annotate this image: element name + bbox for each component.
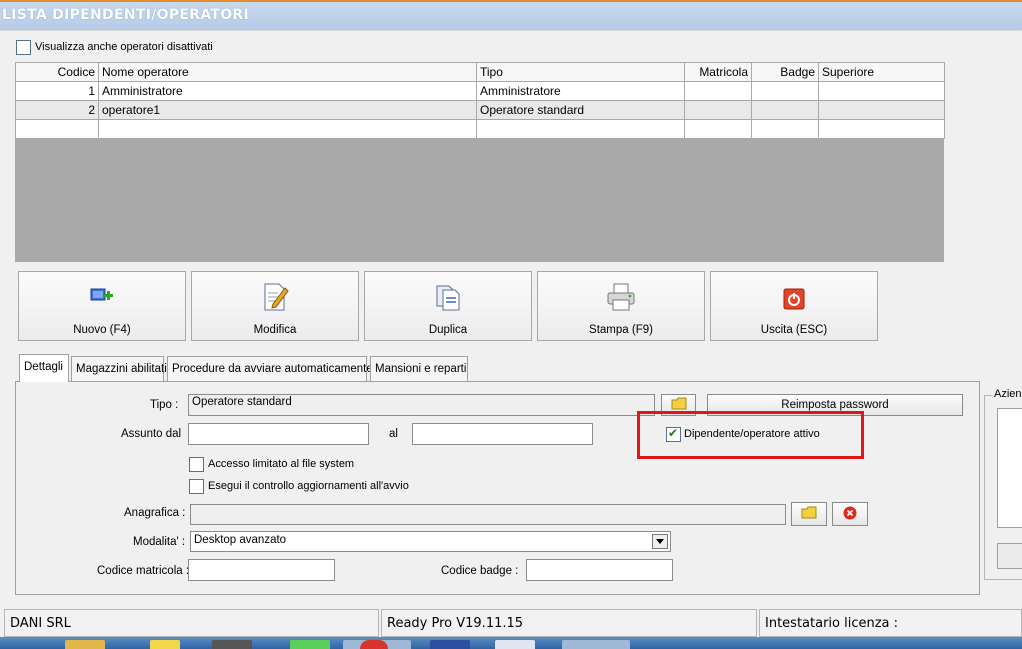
- cell-superiore: [818, 100, 945, 120]
- tab-magazzini[interactable]: Magazzini abilitati: [71, 356, 167, 381]
- tipo-field[interactable]: Operatore standard: [188, 394, 655, 416]
- print-button-label: Stampa (F9): [589, 324, 653, 336]
- tab-mansioni[interactable]: Mansioni e reparti: [370, 356, 468, 381]
- cell-superiore: [818, 81, 945, 101]
- window-title: LISTA DIPENDENTI/OPERATORI: [2, 7, 250, 23]
- al-label: al: [389, 428, 398, 440]
- duplicate-button[interactable]: Duplica: [364, 271, 532, 341]
- update-check-checkbox[interactable]: [189, 479, 204, 494]
- aziende-list[interactable]: [997, 408, 1022, 528]
- printer-icon: [605, 282, 637, 315]
- column-header-badge[interactable]: Badge: [751, 62, 819, 82]
- status-version: Ready Pro V19.11.15: [381, 609, 757, 637]
- cell-matricola: [684, 119, 752, 139]
- aziende-label: Aziend: [992, 388, 1022, 400]
- taskbar-app-icon[interactable]: [150, 640, 180, 649]
- column-header-tipo[interactable]: Tipo: [476, 62, 685, 82]
- delete-icon: [843, 506, 857, 523]
- grid-side-area: [944, 62, 1022, 262]
- cell-tipo: [476, 119, 685, 139]
- operators-table: Codice Nome operatore Tipo Matricola Bad…: [15, 62, 945, 139]
- dropdown-arrow-icon[interactable]: [652, 534, 668, 549]
- title-bar: LISTA DIPENDENTI/OPERATORI: [0, 0, 1022, 30]
- cell-nome: [98, 119, 477, 139]
- cell-badge: [751, 81, 819, 101]
- matricola-input[interactable]: [188, 559, 335, 581]
- badge-input[interactable]: [526, 559, 673, 581]
- anagrafica-label: Anagrafica :: [124, 507, 186, 519]
- assunto-label: Assunto dal: [121, 428, 182, 440]
- modalita-select[interactable]: Desktop avanzato: [190, 531, 671, 552]
- cell-nome: Amministratore: [98, 81, 477, 101]
- exit-button[interactable]: Uscita (ESC): [710, 271, 878, 341]
- anagrafica-browse-button[interactable]: [791, 502, 827, 526]
- column-header-nome[interactable]: Nome operatore: [98, 62, 477, 82]
- edit-button[interactable]: Modifica: [191, 271, 359, 341]
- cell-tipo: Operatore standard: [476, 100, 685, 120]
- taskbar-app-icon[interactable]: [212, 640, 252, 649]
- table-row[interactable]: [15, 119, 945, 139]
- new-button[interactable]: Nuovo (F4): [18, 271, 186, 341]
- update-check-label: Esegui il controllo aggiornamenti all'av…: [208, 480, 409, 492]
- column-header-matricola[interactable]: Matricola: [684, 62, 752, 82]
- matricola-label: Codice matricola :: [97, 565, 190, 577]
- anagrafica-clear-button[interactable]: [832, 502, 868, 526]
- cell-superiore: [818, 119, 945, 139]
- cell-codice: [15, 119, 99, 139]
- assunto-al-input[interactable]: [412, 423, 593, 445]
- aziende-button[interactable]: [997, 543, 1022, 569]
- active-label: Dipendente/operatore attivo: [684, 428, 820, 440]
- exit-button-label: Uscita (ESC): [760, 324, 828, 336]
- cell-matricola: [684, 100, 752, 120]
- limited-access-label: Accesso limitato al file system: [208, 458, 355, 470]
- cell-nome: operatore1: [98, 100, 477, 120]
- assunto-dal-input[interactable]: [188, 423, 369, 445]
- taskbar-app-icon[interactable]: [562, 640, 630, 649]
- cell-badge: [751, 119, 819, 139]
- folder-icon: [801, 506, 817, 522]
- cell-matricola: [684, 81, 752, 101]
- anagrafica-field[interactable]: [190, 504, 786, 525]
- cell-tipo: Amministratore: [476, 81, 685, 101]
- add-user-icon: [89, 284, 115, 311]
- column-header-superiore[interactable]: Superiore: [818, 62, 945, 82]
- power-icon: [783, 288, 805, 313]
- badge-label: Codice badge :: [441, 565, 519, 577]
- modalita-value: Desktop avanzato: [194, 534, 287, 546]
- table-row[interactable]: 1 Amministratore Amministratore: [15, 81, 945, 101]
- duplicate-button-label: Duplica: [428, 324, 468, 336]
- table-header-row: Codice Nome operatore Tipo Matricola Bad…: [15, 62, 945, 82]
- tab-dettagli[interactable]: Dettagli: [19, 354, 69, 382]
- active-checkbox[interactable]: [666, 426, 681, 442]
- duplicate-icon: [434, 282, 462, 315]
- table-row[interactable]: 2 operatore1 Operatore standard: [15, 100, 945, 120]
- edit-document-icon: [261, 282, 289, 315]
- edit-button-label: Modifica: [253, 324, 297, 336]
- taskbar-app-icon[interactable]: [65, 640, 105, 649]
- taskbar-app-icon[interactable]: [495, 640, 535, 649]
- cell-badge: [751, 100, 819, 120]
- tipo-label: Tipo :: [150, 399, 179, 411]
- limited-access-checkbox[interactable]: [189, 457, 204, 472]
- status-company: DANI SRL: [4, 609, 379, 637]
- cell-codice: 1: [15, 81, 99, 101]
- show-disabled-checkbox[interactable]: [16, 40, 31, 55]
- divider: [0, 30, 1022, 31]
- column-header-codice[interactable]: Codice: [15, 62, 99, 82]
- status-license: Intestatario licenza :: [759, 609, 1022, 637]
- taskbar-app-icon[interactable]: [430, 640, 470, 649]
- new-button-label: Nuovo (F4): [73, 324, 131, 336]
- tab-procedure[interactable]: Procedure da avviare automaticamente: [167, 356, 373, 381]
- show-disabled-label: Visualizza anche operatori disattivati: [35, 41, 213, 53]
- print-button[interactable]: Stampa (F9): [537, 271, 705, 341]
- taskbar-app-icon[interactable]: [290, 640, 330, 649]
- taskbar-app-icon[interactable]: [360, 640, 388, 649]
- cell-codice: 2: [15, 100, 99, 120]
- modalita-label: Modalita' :: [133, 536, 186, 548]
